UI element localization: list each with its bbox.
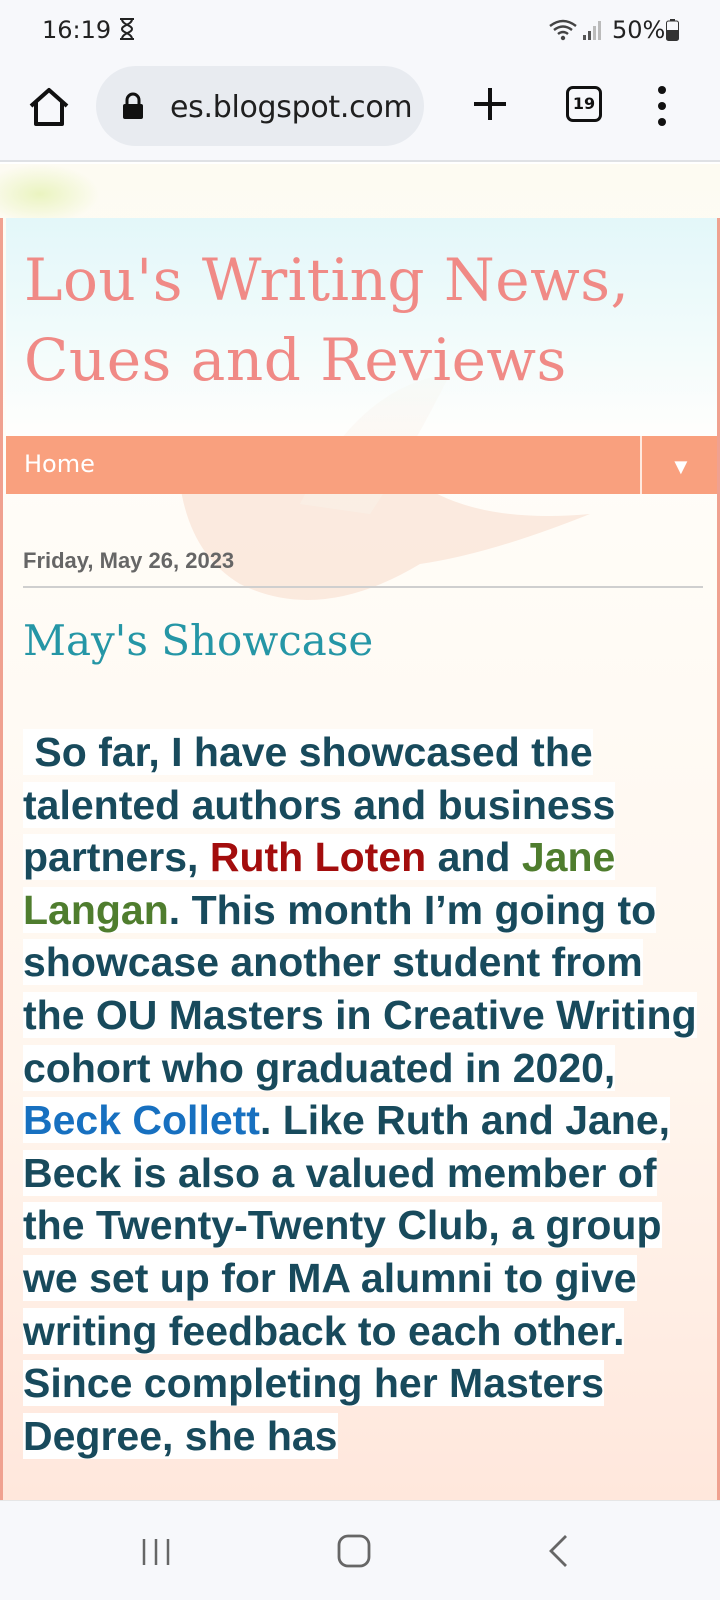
lock-icon (123, 92, 143, 119)
nav-dropdown-icon[interactable]: ▼ (670, 454, 692, 480)
wifi-icon (549, 19, 577, 41)
browser-toolbar: es.blogspot.com 19 (0, 62, 720, 162)
post-body: So far, I have showcased the talented au… (23, 726, 713, 1462)
web-page[interactable]: Lou's Writing News, Cues and Reviews Hom… (0, 164, 720, 1500)
post-text: and (426, 834, 522, 881)
blog-title[interactable]: Lou's Writing News, Cues and Reviews (24, 240, 714, 400)
status-bar: 16:19 50% (0, 0, 720, 62)
status-time: 16:19 (42, 16, 112, 44)
home-icon[interactable] (26, 84, 72, 130)
menu-icon[interactable] (652, 84, 672, 128)
nav-divider (640, 436, 642, 494)
tabs-icon[interactable]: 19 (566, 86, 602, 122)
plus-icon[interactable] (470, 84, 510, 124)
hourglass-icon (120, 18, 134, 40)
nav-home-link[interactable]: Home (24, 450, 95, 478)
post-text (23, 729, 35, 775)
home-button-icon[interactable] (336, 1533, 372, 1569)
address-bar[interactable]: es.blogspot.com (96, 66, 424, 146)
blog-header: Lou's Writing News, Cues and Reviews (6, 218, 717, 436)
beck-collett-link[interactable]: Beck Collett (23, 1097, 260, 1144)
url-text: es.blogspot.com (170, 90, 413, 125)
background-decoration (0, 164, 100, 224)
date-divider (23, 586, 703, 588)
battery-icon (666, 19, 679, 41)
recent-apps-icon[interactable] (140, 1537, 172, 1567)
ruth-loten-link[interactable]: Ruth Loten (209, 834, 427, 881)
signal-icon (583, 21, 601, 40)
post-text: . Like Ruth and Jane, Beck is also a val… (23, 1097, 671, 1459)
back-icon[interactable] (546, 1533, 570, 1569)
system-nav-bar (0, 1500, 720, 1600)
blog-nav-bar: Home ▼ (6, 436, 717, 494)
battery-percentage: 50% (612, 16, 666, 44)
post-title[interactable]: May's Showcase (23, 616, 373, 665)
blog-frame: Lou's Writing News, Cues and Reviews Hom… (0, 218, 720, 1500)
post-date: Friday, May 26, 2023 (23, 548, 235, 573)
